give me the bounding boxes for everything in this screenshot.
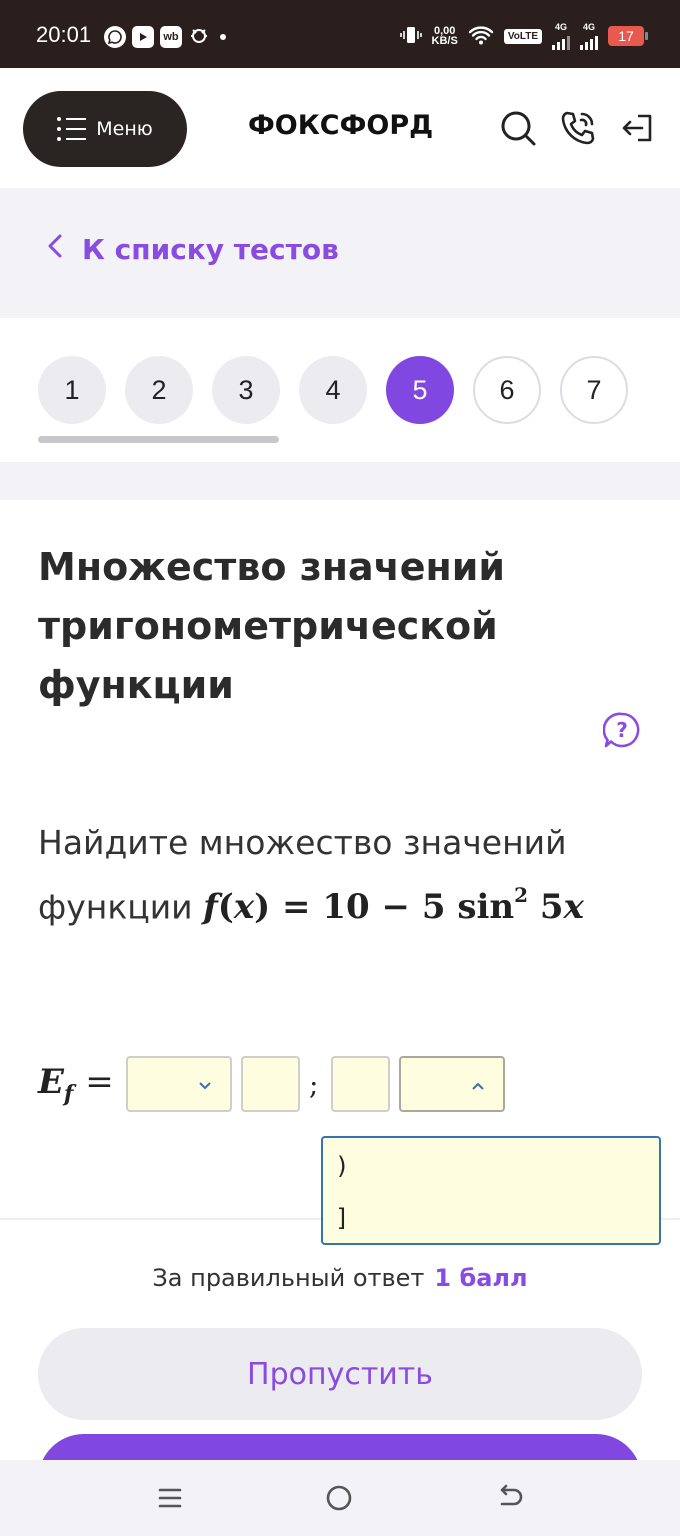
menu-label: Меню xyxy=(96,118,153,140)
question-nav-item-4[interactable]: 4 xyxy=(299,356,367,424)
whatsapp-icon xyxy=(104,26,126,48)
status-bar: 20:01 wb 0,00 KB/S VoLTE 4G 4G 17 xyxy=(0,0,680,68)
right-bracket-dropdown: ) ] xyxy=(321,1136,661,1245)
help-button[interactable]: ? xyxy=(602,711,641,752)
skip-button[interactable]: Пропустить xyxy=(38,1328,642,1420)
question-nav-item-3[interactable]: 3 xyxy=(212,356,280,424)
question-footer: За правильный ответ 1 балл Пропустить xyxy=(0,1218,680,1526)
chevron-left-icon xyxy=(46,232,64,267)
signal-icon: 4G xyxy=(552,22,570,50)
question-title: Множество значений тригонометрической фу… xyxy=(38,545,506,707)
site-logo[interactable]: ФОКСФОРД xyxy=(248,110,433,141)
system-nav-bar xyxy=(0,1460,680,1536)
question-nav-item-5[interactable]: 5 xyxy=(386,356,454,424)
dropdown-option-paren[interactable]: ) xyxy=(335,1152,349,1180)
range-label: Ef = xyxy=(38,1062,114,1107)
question-navigation: 1 2 3 4 5 6 7 xyxy=(0,318,680,462)
youtube-icon xyxy=(132,26,154,48)
menu-list-icon xyxy=(57,117,87,141)
right-bracket-select[interactable] xyxy=(399,1056,505,1112)
interval-separator: ; xyxy=(309,1068,319,1101)
site-header: Меню ФОКСФОРД xyxy=(0,68,680,188)
battery-icon: 17 xyxy=(608,26,648,46)
score-value: 1 балл xyxy=(434,1264,528,1292)
function-formula: f(x) = 10 − 5 sin2 5x xyxy=(203,883,584,928)
dropdown-option-bracket[interactable]: ] xyxy=(335,1204,349,1232)
question-nav-item-7[interactable]: 7 xyxy=(560,356,628,424)
question-mark-icon: ? xyxy=(602,712,641,752)
back-section: К списку тестов xyxy=(0,188,680,318)
status-app-icons: wb xyxy=(104,24,226,50)
back-link-label: К списку тестов xyxy=(82,233,339,266)
phone-icon[interactable] xyxy=(558,108,598,148)
signal-icon-2: 4G xyxy=(580,22,598,50)
wb-icon: wb xyxy=(160,26,182,48)
question-text-line-2: функции f(x) = 10 − 5 sin2 5x xyxy=(38,883,584,928)
wifi-icon xyxy=(468,25,494,48)
status-system-icons: 0,00 KB/S VoLTE 4G 4G 17 xyxy=(399,22,648,50)
chevron-up-icon xyxy=(471,1076,485,1095)
network-speed: 0,00 KB/S xyxy=(431,25,458,47)
volte-badge: VoLTE xyxy=(503,28,542,44)
upper-bound-input[interactable] xyxy=(331,1056,390,1112)
lower-bound-input[interactable] xyxy=(241,1056,300,1112)
login-icon[interactable] xyxy=(618,108,658,148)
question-nav-item-2[interactable]: 2 xyxy=(125,356,193,424)
notification-dot xyxy=(220,34,226,40)
back-icon[interactable] xyxy=(494,1482,526,1514)
score-info: За правильный ответ 1 балл xyxy=(152,1264,528,1292)
search-icon[interactable] xyxy=(498,108,538,148)
question-text: Найдите множество значений функции f(x) … xyxy=(38,814,638,936)
question-nav-item-1[interactable]: 1 xyxy=(38,356,106,424)
left-bracket-select[interactable] xyxy=(126,1056,232,1112)
home-icon[interactable] xyxy=(323,1482,355,1514)
vibrate-icon xyxy=(399,24,422,49)
question-card: Множество значений тригонометрической фу… xyxy=(0,500,680,1220)
recent-apps-icon[interactable] xyxy=(154,1482,186,1514)
chevron-down-icon xyxy=(198,1076,212,1095)
question-progress-bar xyxy=(38,436,279,443)
question-text-line-1: Найдите множество значений xyxy=(38,823,567,862)
bug-icon xyxy=(188,24,210,50)
menu-button[interactable]: Меню xyxy=(23,91,187,167)
section-divider xyxy=(0,462,680,500)
status-time: 20:01 xyxy=(36,22,92,47)
svg-text:?: ? xyxy=(616,718,628,742)
back-to-tests-link[interactable]: К списку тестов xyxy=(46,232,339,267)
question-nav-item-6[interactable]: 6 xyxy=(473,356,541,424)
